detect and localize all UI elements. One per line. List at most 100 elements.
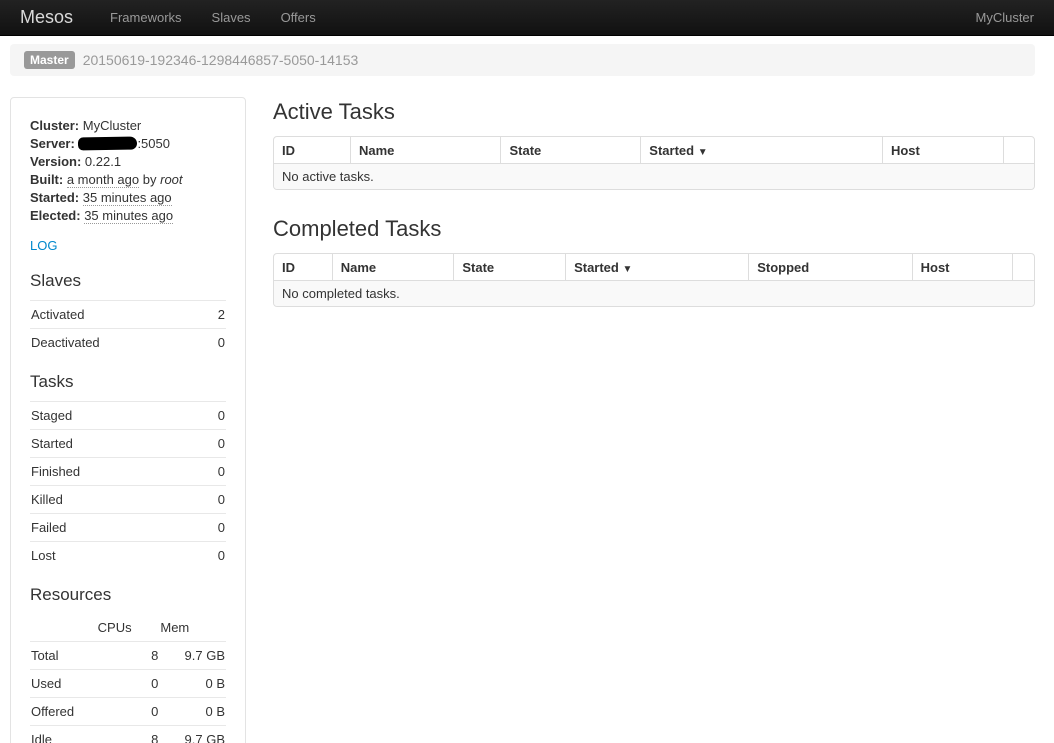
table-row: Deactivated 0 — [30, 329, 226, 357]
stat-value: 2 — [203, 301, 226, 329]
table-row: Total 8 9.7 GB — [30, 642, 226, 670]
stat-label: Finished — [30, 458, 196, 486]
navbar-cluster-name: MyCluster — [975, 10, 1034, 25]
started-time: 35 minutes ago — [83, 190, 172, 206]
stat-value: 9.7 GB — [159, 642, 226, 670]
stat-label: Offered — [30, 698, 97, 726]
main-content: Active Tasks ID Name State Started ▼ Hos… — [273, 97, 1035, 333]
nav-item-slaves[interactable]: Slaves — [197, 0, 266, 35]
col-header-started-label: Started — [574, 260, 619, 275]
resources-header-mem: Mem — [159, 614, 226, 642]
brand-mesos[interactable]: Mesos — [20, 7, 73, 28]
resources-header-blank — [30, 614, 97, 642]
started-label: Started: — [30, 190, 79, 205]
stat-label: Lost — [30, 542, 196, 570]
nav-item-offers[interactable]: Offers — [266, 0, 331, 35]
stat-value: 0 — [97, 698, 160, 726]
table-row: Activated 2 — [30, 301, 226, 329]
resources-section-title: Resources — [30, 585, 226, 605]
elected-time: 35 minutes ago — [84, 208, 173, 224]
table-row: Used 0 0 B — [30, 670, 226, 698]
sidebar-panel: Cluster: MyCluster Server: :5050 Version… — [10, 97, 246, 743]
table-header-row: ID Name State Started ▼ Host — [274, 137, 1034, 163]
built-time: a month ago — [67, 172, 139, 188]
active-tasks-title: Active Tasks — [273, 99, 1035, 125]
slaves-section-title: Slaves — [30, 271, 226, 291]
col-header-host[interactable]: Host — [882, 137, 1003, 163]
cluster-info-line: Cluster: MyCluster — [30, 117, 226, 135]
stat-label: Deactivated — [30, 329, 203, 357]
built-by: by — [143, 172, 157, 187]
server-label: Server: — [30, 136, 75, 151]
stat-value: 0 — [196, 402, 226, 430]
cluster-label: Cluster: — [30, 118, 79, 133]
built-label: Built: — [30, 172, 63, 187]
slaves-stat-table: Activated 2 Deactivated 0 — [30, 300, 226, 356]
version-label: Version: — [30, 154, 81, 169]
version-info-line: Version: 0.22.1 — [30, 153, 226, 171]
active-tasks-table: ID Name State Started ▼ Host No active t… — [273, 136, 1035, 190]
master-badge: Master — [24, 51, 75, 69]
table-row: Finished 0 — [30, 458, 226, 486]
stat-value: 0 — [203, 329, 226, 357]
col-header-host[interactable]: Host — [912, 254, 1012, 280]
stat-value: 0 B — [159, 698, 226, 726]
col-header-id[interactable]: ID — [274, 254, 332, 280]
stat-label: Staged — [30, 402, 196, 430]
empty-state-row: No active tasks. — [274, 163, 1034, 189]
resources-header-cpus: CPUs — [97, 614, 160, 642]
built-user: root — [160, 172, 182, 187]
empty-state-text: No completed tasks. — [274, 280, 1034, 306]
stat-label: Failed — [30, 514, 196, 542]
stat-value: 8 — [97, 726, 160, 743]
nav-item-frameworks[interactable]: Frameworks — [95, 0, 197, 35]
tasks-stat-table: Staged 0 Started 0 Finished 0 Killed 0 — [30, 401, 226, 569]
completed-tasks-title: Completed Tasks — [273, 216, 1035, 242]
col-header-started[interactable]: Started ▼ — [565, 254, 748, 280]
empty-state-row: No completed tasks. — [274, 280, 1034, 306]
stat-value: 0 B — [159, 670, 226, 698]
log-link[interactable]: LOG — [30, 238, 57, 253]
stat-label: Total — [30, 642, 97, 670]
stat-label: Activated — [30, 301, 203, 329]
col-header-id[interactable]: ID — [274, 137, 350, 163]
stat-label: Started — [30, 430, 196, 458]
server-port: :5050 — [137, 136, 170, 151]
stat-label: Used — [30, 670, 97, 698]
completed-tasks-table: ID Name State Started ▼ Stopped Host No … — [273, 253, 1035, 307]
server-info-line: Server: :5050 — [30, 135, 226, 153]
col-header-name[interactable]: Name — [332, 254, 454, 280]
sort-descending-icon: ▼ — [622, 264, 632, 275]
sort-descending-icon: ▼ — [698, 147, 708, 158]
stat-value: 0 — [196, 458, 226, 486]
table-row: Idle 8 9.7 GB — [30, 726, 226, 743]
redacted-server-address — [78, 136, 137, 150]
stat-value: 0 — [196, 486, 226, 514]
col-header-actions — [1003, 137, 1034, 163]
table-row: Staged 0 — [30, 402, 226, 430]
version-value: 0.22.1 — [85, 154, 121, 169]
col-header-stopped[interactable]: Stopped — [748, 254, 911, 280]
col-header-state[interactable]: State — [453, 254, 565, 280]
table-header-row: ID Name State Started ▼ Stopped Host — [274, 254, 1034, 280]
col-header-actions — [1012, 254, 1034, 280]
table-row: CPUs Mem — [30, 614, 226, 642]
col-header-started[interactable]: Started ▼ — [640, 137, 882, 163]
table-row: Offered 0 0 B — [30, 698, 226, 726]
built-info-line: Built: a month ago by root — [30, 171, 226, 189]
stat-value: 8 — [97, 642, 160, 670]
master-id: 20150619-192346-1298446857-5050-14153 — [83, 52, 359, 68]
cluster-value: MyCluster — [83, 118, 142, 133]
nav-items: Frameworks Slaves Offers — [95, 0, 331, 35]
stat-label: Killed — [30, 486, 196, 514]
stat-label: Idle — [30, 726, 97, 743]
stat-value: 9.7 GB — [159, 726, 226, 743]
table-row: Started 0 — [30, 430, 226, 458]
col-header-state[interactable]: State — [500, 137, 640, 163]
table-row: Failed 0 — [30, 514, 226, 542]
stat-value: 0 — [196, 542, 226, 570]
col-header-name[interactable]: Name — [350, 137, 500, 163]
started-info-line: Started: 35 minutes ago — [30, 189, 226, 207]
breadcrumb: Master 20150619-192346-1298446857-5050-1… — [10, 44, 1035, 76]
tasks-section-title: Tasks — [30, 372, 226, 392]
